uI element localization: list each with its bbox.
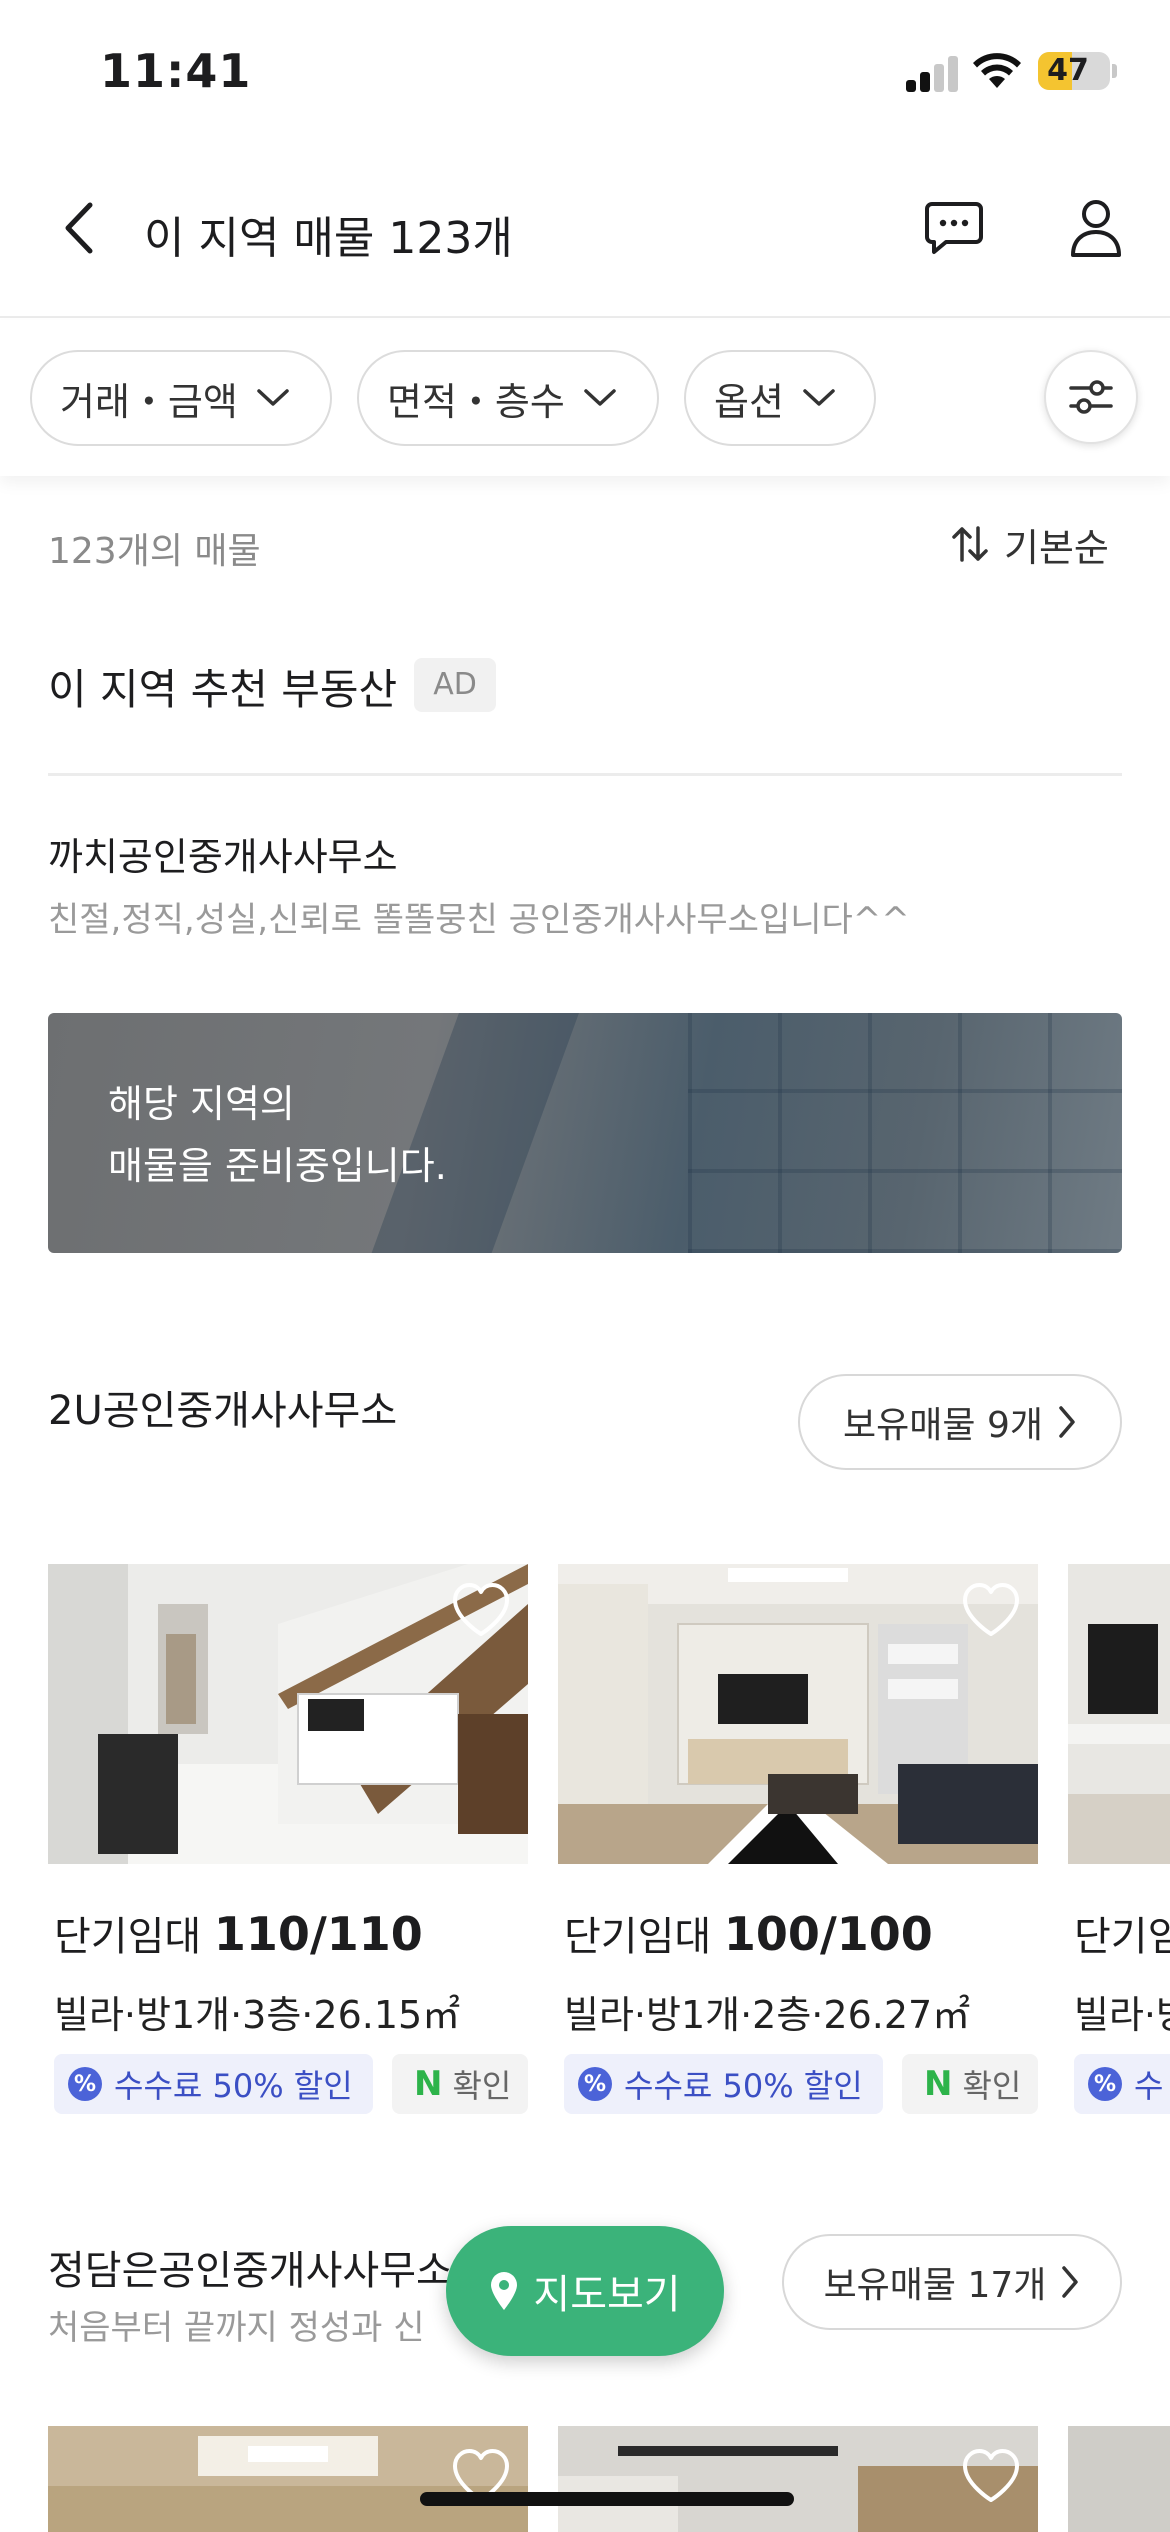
sort-button[interactable]: 기본순 [950,518,1109,570]
listing-count: 123개의 매물 [48,531,261,572]
listing-price-value: 100/100 [723,1907,933,1961]
filter-chip-deal-price[interactable]: 거래・금액 [30,350,332,446]
listing-card[interactable] [48,2426,528,2532]
listing-info: 빌라·방1개·3층·26.15㎡ [54,1993,461,2037]
chevron-down-icon [803,389,835,406]
battery-cap [1112,64,1117,78]
listing-photo [48,1564,528,1864]
verified-tag: N 확인 [902,2054,1038,2114]
wifi-icon [973,53,1021,88]
filter-chip-area-floor[interactable]: 면적・층수 [357,350,659,446]
empty-listing-banner: 해당 지역의 매물을 준비중입니다. [48,1013,1122,1253]
listing-card[interactable]: 단기임대 100/100 빌라·방1개·2층·26.27㎡ % 수수료 50% … [558,1564,1038,2114]
verified-label: 확인 [452,2067,512,2105]
banner-text: 해당 지역의 매물을 준비중입니다. [108,1073,447,1197]
chevron-right-icon [1059,1406,1075,1438]
listing-price: 단기임 [1074,1904,1170,1962]
filter-chip-label: 거래・금액 [60,379,238,424]
filter-chip-options[interactable]: 옵션 [684,350,876,446]
listing-price: 단기임대 100/100 [564,1904,933,1962]
filter-bar: 거래・금액 면적・층수 옵션 [0,320,1170,476]
listing-photo [558,1564,1038,1864]
divider [48,773,1122,776]
listing-photo [1068,1564,1170,1864]
chat-icon [925,202,983,254]
status-bar: 11:41 47 [0,0,1170,150]
discount-tag: % 수수료 50% 할인 [54,2054,373,2114]
listing-info: 빌라·방1개·2층·26.27㎡ [564,1993,971,2037]
agency-description: 처음부터 끝까지 정성과 신 [48,2308,425,2348]
holdings-label: 보유매물 17개 [823,2265,1047,2306]
filter-chip-label: 면적・층수 [387,379,565,424]
listing-card[interactable]: 단기임대 110/110 빌라·방1개·3층·26.15㎡ % 수수료 50% … [48,1564,528,2114]
discount-tag: % 수 [1074,2054,1170,2114]
listing-type: 단기임대 [564,1914,712,1960]
section-title: 이 지역 추천 부동산 [48,665,398,714]
settings-sliders-icon [1069,380,1113,414]
map-view-label: 지도보기 [533,2272,681,2318]
filter-settings-button[interactable] [1044,350,1138,444]
listing-price: 단기임대 110/110 [54,1904,423,1962]
room-photo-desk [1068,1564,1170,1864]
holdings-button[interactable]: 보유매물 9개 [798,1374,1122,1470]
heart-icon[interactable] [960,1580,1022,1642]
listing-card[interactable]: 단기임 빌라·방 % 수 [1068,1564,1170,2124]
listing-type: 단기임대 [54,1914,202,1960]
chevron-down-icon [257,389,289,406]
discount-label: 수 [1134,2067,1164,2105]
discount-tag: % 수수료 50% 할인 [564,2054,883,2114]
chevron-down-icon [584,389,616,406]
heart-icon[interactable] [450,1580,512,1642]
listing-photo [1068,2426,1170,2532]
listing-price-value: 110/110 [213,1907,423,1961]
naver-n-icon: N [414,2064,443,2104]
map-view-button[interactable]: 지도보기 [446,2226,724,2356]
home-indicator[interactable] [420,2492,794,2506]
agency-name[interactable]: 2U공인중개사사무소 [48,1378,397,1436]
banner-line: 해당 지역의 [108,1082,295,1126]
percent-badge-icon: % [68,2067,102,2101]
filter-chip-label: 옵션 [714,379,784,424]
status-time: 11:41 [100,44,252,98]
banner-decoration [688,1013,1122,1253]
ad-badge: AD [414,658,496,712]
banner-line: 매물을 준비중입니다. [108,1144,447,1188]
discount-label: 수수료 50% 할인 [624,2067,863,2105]
holdings-label: 보유매물 9개 [843,1405,1043,1446]
naver-n-icon: N [924,2064,953,2104]
listing-info: 빌라·방 [1074,1993,1170,2037]
top-navigation: 이 지역 매물 123개 [0,150,1170,318]
sort-icon [952,526,988,562]
discount-label: 수수료 50% 할인 [114,2067,353,2105]
signal-icon [906,56,960,92]
profile-button[interactable] [1060,192,1132,264]
heart-icon[interactable] [960,2446,1022,2508]
listing-type: 단기임 [1074,1914,1170,1960]
map-pin-icon [491,2272,518,2310]
chevron-right-icon [1062,2266,1079,2298]
battery-level: 47 [1047,53,1089,88]
holdings-button[interactable]: 보유매물 17개 [782,2234,1122,2330]
percent-badge-icon: % [1088,2067,1122,2101]
agency-name[interactable]: 까치공인중개사사무소 [48,826,398,881]
listing-card[interactable] [558,2426,1038,2532]
verified-label: 확인 [962,2067,1022,2105]
sort-label: 기본순 [1004,525,1109,570]
agency-description: 친절,정직,성실,신뢰로 똘똘뭉친 공인중개사사무소입니다^^ [48,900,910,940]
back-arrow-icon [65,202,93,254]
agency-name[interactable]: 정담은공인중개사사무소 [48,2238,453,2296]
battery-icon: 47 [1038,52,1110,90]
back-button[interactable] [48,196,112,260]
page-title: 이 지역 매물 123개 [144,213,513,264]
listing-card[interactable] [1068,2426,1170,2532]
user-icon [1071,200,1121,257]
chat-button[interactable] [918,192,990,264]
percent-badge-icon: % [578,2067,612,2101]
verified-tag: N 확인 [392,2054,528,2114]
